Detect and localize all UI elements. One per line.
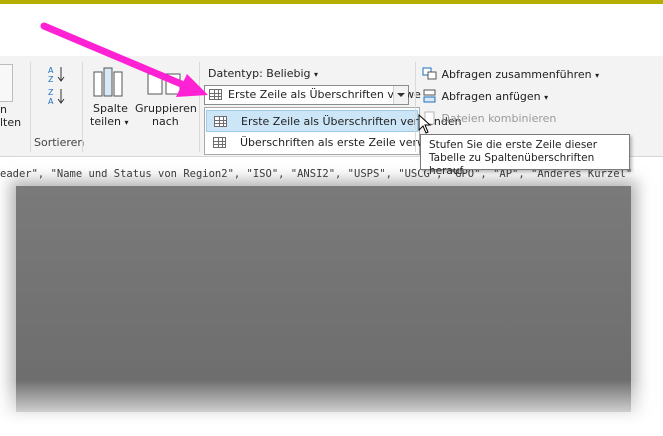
datatype-caret: ▾ bbox=[314, 70, 319, 79]
split-column-icon bbox=[93, 67, 123, 97]
left-partial-label-1: n bbox=[0, 103, 7, 116]
tooltip: Stufen Sie die erste Zeile dieser Tabell… bbox=[420, 134, 630, 177]
merge-queries-caret: ▾ bbox=[595, 71, 600, 80]
datatype-dropdown[interactable]: Datentyp: Beliebig ▾ bbox=[208, 67, 318, 80]
split-column-label-2: teilen ▾ bbox=[90, 115, 128, 128]
title-area bbox=[0, 4, 663, 54]
separator-1 bbox=[30, 62, 31, 152]
sort-ascending-icon: A Z bbox=[48, 66, 65, 84]
use-first-row-headers-split-button[interactable]: Erste Zeile als Überschriften verwe bbox=[204, 85, 421, 105]
combine-files-label: Dateien kombinieren bbox=[441, 112, 557, 125]
sort-ascending-button[interactable]: A Z bbox=[46, 64, 68, 84]
group-by-icon bbox=[147, 73, 181, 95]
group-by-label-1: Gruppieren bbox=[135, 102, 197, 115]
split-column-button[interactable]: Spalte teilen ▾ bbox=[88, 64, 130, 130]
left-partial-icon bbox=[0, 64, 13, 102]
table-headers-icon bbox=[214, 116, 227, 127]
mouse-cursor-icon bbox=[418, 114, 432, 134]
merge-queries-icon bbox=[422, 67, 437, 80]
tooltip-line-1: Stufen Sie die erste Zeile dieser bbox=[429, 139, 598, 151]
svg-text:A: A bbox=[48, 66, 54, 75]
group-by-label-2: nach bbox=[152, 115, 179, 128]
tooltip-line-2: Tabelle zu Spaltenüberschriften herauf. bbox=[429, 152, 595, 177]
append-queries-button[interactable]: Abfragen anfügen ▾ bbox=[422, 89, 548, 103]
headers-dropdown-menu: Erste Zeile als Überschriften verwenden … bbox=[204, 107, 462, 155]
merge-queries-label: Abfragen zusammenführen bbox=[441, 68, 592, 81]
sort-descending-icon: Z A bbox=[48, 88, 65, 106]
combine-files-button[interactable]: Dateien kombinieren bbox=[422, 111, 556, 125]
split-column-label-2-text: teilen bbox=[90, 115, 121, 128]
merge-queries-button[interactable]: Abfragen zusammenführen ▾ bbox=[422, 67, 599, 81]
sort-group-label: Sortieren bbox=[34, 136, 85, 149]
separator-3 bbox=[199, 62, 200, 152]
bottom-fade bbox=[0, 380, 663, 436]
use-first-row-headers-dropdown-button[interactable] bbox=[393, 86, 408, 104]
append-queries-icon bbox=[423, 89, 436, 103]
table-rows-icon bbox=[213, 137, 226, 148]
use-first-row-headers-label: Erste Zeile als Überschriften verwe bbox=[228, 88, 421, 101]
svg-text:Z: Z bbox=[48, 88, 54, 97]
svg-text:A: A bbox=[48, 97, 54, 106]
svg-text:Z: Z bbox=[48, 75, 54, 84]
group-by-button[interactable]: Gruppieren nach bbox=[134, 64, 197, 130]
left-partial-label-2: lten bbox=[0, 116, 22, 129]
split-column-label-1: Spalte bbox=[93, 102, 128, 115]
menu-item-use-first-row-as-headers[interactable]: Erste Zeile als Überschriften verwenden bbox=[206, 110, 462, 132]
table-headers-icon bbox=[209, 89, 222, 100]
data-preview-area bbox=[16, 186, 631, 412]
separator-2 bbox=[82, 62, 83, 152]
append-queries-label: Abfragen anfügen bbox=[441, 90, 541, 103]
append-queries-caret: ▾ bbox=[544, 93, 549, 102]
split-column-caret: ▾ bbox=[124, 118, 129, 127]
menu-item-use-headers-as-first-row[interactable]: Überschriften als erste Zeile verwenden bbox=[206, 132, 460, 154]
sort-descending-button[interactable]: Z A bbox=[46, 86, 68, 106]
datatype-label: Datentyp: Beliebig bbox=[208, 67, 311, 80]
separator-4 bbox=[415, 62, 416, 152]
